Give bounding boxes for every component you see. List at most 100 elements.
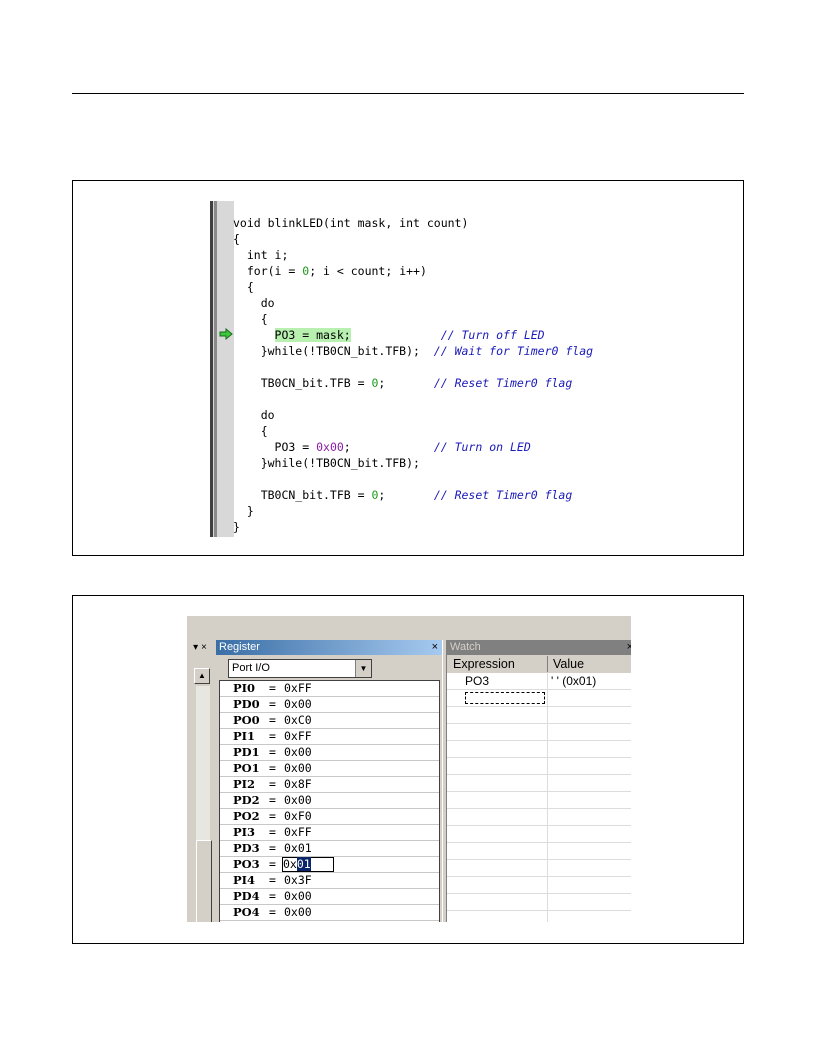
register-value[interactable]: 0x3F xyxy=(284,873,312,888)
register-name: PD1 xyxy=(233,745,260,759)
register-name: PO1 xyxy=(233,761,260,775)
watch-value[interactable]: ' ' (0x01) xyxy=(551,673,596,689)
register-name: PD4 xyxy=(233,889,260,903)
code-comment: // Wait for Timer0 flag xyxy=(433,344,594,358)
register-row-pd0[interactable]: PD0 = 0x00 xyxy=(220,697,439,713)
code-line[interactable]: { xyxy=(233,231,593,247)
watch-empty-row xyxy=(447,758,631,775)
code-token: 0x00 xyxy=(316,440,344,454)
watch-new-expression-row[interactable] xyxy=(447,690,631,707)
register-row-pi3[interactable]: PI3 = 0xFF xyxy=(220,825,439,841)
register-value[interactable]: 0xFF xyxy=(284,729,312,744)
code-line[interactable]: { xyxy=(233,279,593,295)
register-group-select[interactable]: Port I/O ▼ xyxy=(228,659,372,678)
code-line[interactable]: do xyxy=(233,295,593,311)
code-line[interactable]: }while(!TB0CN_bit.TFB); // Wait for Time… xyxy=(233,343,593,359)
code-line[interactable]: { xyxy=(233,423,593,439)
code-token: ; xyxy=(378,488,434,502)
code-line[interactable]: TB0CN_bit.TFB = 0; // Reset Timer0 flag xyxy=(233,375,593,391)
watch-empty-row xyxy=(447,741,631,758)
register-row-po0[interactable]: PO0 = 0xC0 xyxy=(220,713,439,729)
register-value[interactable]: 0x01 xyxy=(284,841,312,856)
watch-row[interactable]: PO3 ' ' (0x01) xyxy=(447,673,631,690)
code-line[interactable]: { xyxy=(233,311,593,327)
register-row-pd2[interactable]: PD2 = 0x00 xyxy=(220,793,439,809)
register-value[interactable]: 0xC0 xyxy=(284,713,312,728)
current-code-line[interactable]: PO3 = mask; // Turn off LED xyxy=(233,327,593,343)
register-value-editor[interactable]: 0x01 xyxy=(282,857,334,872)
code-line[interactable] xyxy=(233,471,593,487)
close-icon[interactable]: × xyxy=(429,640,438,655)
editor-gutter[interactable] xyxy=(210,201,234,537)
new-expression-input[interactable] xyxy=(465,692,545,704)
code-line[interactable] xyxy=(233,359,593,375)
chevron-down-icon[interactable]: ▼ xyxy=(355,660,371,677)
code-line[interactable] xyxy=(233,391,593,407)
register-group-value: Port I/O xyxy=(232,662,270,674)
scroll-up-icon[interactable]: ▲ xyxy=(194,668,210,684)
watch-empty-row xyxy=(447,826,631,843)
register-row-pi4[interactable]: PI4 = 0x3F xyxy=(220,873,439,889)
register-name: PI3 xyxy=(233,825,256,839)
watch-expression[interactable]: PO3 xyxy=(465,673,489,689)
register-row-po2[interactable]: PO2 = 0xF0 xyxy=(220,809,439,825)
register-value[interactable]: 0x00 xyxy=(284,905,312,920)
register-value[interactable]: 0x00 xyxy=(284,745,312,760)
register-row-pd3[interactable]: PD3 = 0x01 xyxy=(220,841,439,857)
code-editor[interactable]: void blinkLED(int mask, int count) { int … xyxy=(210,201,650,537)
register-name: PI0 xyxy=(233,681,256,695)
register-row-pd1[interactable]: PD1 = 0x00 xyxy=(220,745,439,761)
code-token: { xyxy=(233,312,268,326)
register-row-pi2[interactable]: PI2 = 0x8F xyxy=(220,777,439,793)
equals-sign: = xyxy=(269,793,276,807)
debugger-window: ▾ × ▲ Register × Port I/O ▼ PI0 = 0xFF PD0 =… xyxy=(187,616,631,922)
equals-sign: = xyxy=(269,777,276,791)
column-header-expression[interactable]: Expression xyxy=(453,655,515,673)
watch-panel-titlebar[interactable]: Watch × xyxy=(447,640,631,655)
equals-sign: = xyxy=(269,841,276,855)
register-row-po3[interactable]: PO3 = 0x01 xyxy=(220,857,439,873)
register-value[interactable]: 0x00 xyxy=(284,889,312,904)
code-comment: // Reset Timer0 flag xyxy=(433,376,573,390)
register-name: PI1 xyxy=(233,729,256,743)
code-line[interactable]: } xyxy=(233,503,593,519)
panel-menu-close-icons[interactable]: ▾ × xyxy=(187,640,213,656)
register-value[interactable]: 0x00 xyxy=(284,761,312,776)
code-line[interactable]: PO3 = 0x00; // Turn on LED xyxy=(233,439,593,455)
register-value[interactable]: 0xFF xyxy=(284,681,312,696)
source-code[interactable]: void blinkLED(int mask, int count) { int … xyxy=(233,215,593,535)
register-name: PO3 xyxy=(233,857,260,871)
code-line[interactable]: TB0CN_bit.TFB = 0; // Reset Timer0 flag xyxy=(233,487,593,503)
code-token: { xyxy=(233,424,268,438)
scrollbar-thumb[interactable] xyxy=(196,840,212,922)
code-line[interactable]: } xyxy=(233,519,593,535)
register-list: PI0 = 0xFF PD0 = 0x00 PO0 = 0xC0 PI1 = 0xFF PD1 = 0x00… xyxy=(219,680,440,922)
watch-empty-row xyxy=(447,792,631,809)
code-token: PO3 = mask; xyxy=(274,328,351,342)
code-line[interactable]: do xyxy=(233,407,593,423)
register-value[interactable]: 0x00 xyxy=(284,697,312,712)
register-name: PO0 xyxy=(233,713,260,727)
register-value[interactable]: 0xF0 xyxy=(284,809,312,824)
register-value[interactable]: 0x00 xyxy=(284,793,312,808)
equals-sign: = xyxy=(269,889,276,903)
equals-sign: = xyxy=(269,713,276,727)
code-figure: void blinkLED(int mask, int count) { int … xyxy=(72,180,744,556)
code-line[interactable]: int i; xyxy=(233,247,593,263)
close-icon[interactable]: × xyxy=(624,640,631,655)
register-row-pi1[interactable]: PI1 = 0xFF xyxy=(220,729,439,745)
register-row-pd4[interactable]: PD4 = 0x00 xyxy=(220,889,439,905)
register-row-po1[interactable]: PO1 = 0x00 xyxy=(220,761,439,777)
register-panel-titlebar[interactable]: Register × xyxy=(216,640,442,655)
register-row-pi0[interactable]: PI0 = 0xFF xyxy=(220,681,439,697)
register-row-po4[interactable]: PO4 = 0x00 xyxy=(220,905,439,921)
edit-prefix: 0x xyxy=(283,857,297,871)
register-value[interactable]: 0x8F xyxy=(284,777,312,792)
column-header-value[interactable]: Value xyxy=(553,655,584,673)
register-value[interactable]: 0xFF xyxy=(284,825,312,840)
register-name: PO4 xyxy=(233,905,260,919)
code-line[interactable]: void blinkLED(int mask, int count) xyxy=(233,215,593,231)
code-line[interactable]: for(i = 0; i < count; i++) xyxy=(233,263,593,279)
code-line[interactable]: }while(!TB0CN_bit.TFB); xyxy=(233,455,593,471)
